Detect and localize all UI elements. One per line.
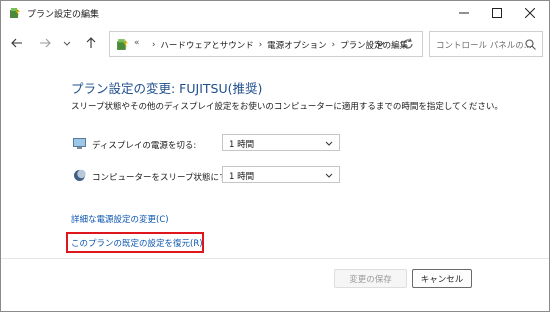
moon-icon — [73, 169, 86, 182]
breadcrumb-item-hardware[interactable]: ハードウェアとサウンド — [160, 39, 253, 51]
breadcrumb-separator-icon: › — [331, 40, 336, 50]
footer-divider — [1, 258, 549, 259]
maximize-button[interactable] — [480, 1, 514, 25]
chevron-down-icon — [376, 41, 385, 47]
refresh-icon — [403, 38, 413, 49]
forward-button[interactable] — [37, 35, 53, 51]
address-dropdown-button[interactable] — [376, 39, 385, 51]
address-bar[interactable]: « › ハードウェアとサウンド › 電源オプション › プラン設定の編集 — [109, 31, 423, 57]
breadcrumb-overflow-button[interactable]: « — [134, 38, 140, 48]
up-arrow-icon — [86, 37, 96, 48]
breadcrumb-item-power-options[interactable]: 電源オプション — [267, 39, 327, 51]
back-button[interactable] — [9, 35, 25, 51]
refresh-button[interactable] — [402, 38, 414, 53]
display-off-label: ディスプレイの電源を切る: — [92, 141, 197, 151]
sleep-select[interactable]: 1 時間 — [222, 166, 340, 183]
chevron-down-icon — [325, 140, 333, 150]
control-panel-icon — [116, 38, 129, 51]
up-button[interactable] — [83, 35, 99, 51]
display-off-select[interactable]: 1 時間 — [222, 134, 340, 151]
page-title: プラン設定の変更: FUJITSU(推奨) — [71, 81, 263, 96]
close-icon — [525, 8, 535, 18]
recent-locations-button[interactable] — [59, 35, 75, 51]
restore-defaults-link[interactable]: このプランの既定の設定を復元(R) — [71, 237, 203, 249]
minimize-button[interactable] — [447, 1, 481, 25]
chevron-down-icon — [63, 41, 71, 46]
minimize-icon — [459, 12, 469, 14]
display-off-value: 1 時間 — [229, 140, 255, 150]
back-arrow-icon — [11, 38, 22, 48]
sleep-label: コンピューターをスリープ状態にする: — [92, 173, 239, 183]
save-changes-button[interactable]: 変更の保存 — [334, 269, 407, 288]
search-icon — [525, 39, 536, 53]
maximize-icon — [492, 8, 502, 18]
advanced-power-settings-link[interactable]: 詳細な電源設定の変更(C) — [71, 213, 169, 225]
cancel-button[interactable]: キャンセル — [412, 269, 472, 288]
power-options-icon — [9, 7, 21, 19]
search-input[interactable]: コントロール パネルの... — [436, 39, 532, 51]
breadcrumb-separator-icon: › — [152, 40, 156, 50]
title-bar: プラン設定の編集 — [1, 1, 549, 25]
monitor-icon — [73, 137, 86, 150]
breadcrumb-item-edit-plan[interactable]: プラン設定の編集 — [340, 39, 408, 51]
close-button[interactable] — [513, 1, 547, 25]
page-description: スリープ状態やその他のディスプレイ設定をお使いのコンピューターに適用するまでの時… — [71, 102, 503, 112]
navigation-bar: « › ハードウェアとサウンド › 電源オプション › プラン設定の編集 コント… — [1, 27, 549, 59]
breadcrumb-separator-icon: › — [258, 40, 263, 50]
window-title: プラン設定の編集 — [27, 10, 100, 20]
search-box[interactable]: コントロール パネルの... — [429, 31, 543, 57]
main-content: プラン設定の変更: FUJITSU(推奨) スリープ状態やその他のディスプレイ設… — [1, 61, 549, 311]
breadcrumb: › ハードウェアとサウンド › 電源オプション › プラン設定の編集 — [147, 39, 408, 51]
forward-arrow-icon — [40, 38, 51, 48]
chevron-down-icon — [325, 172, 333, 182]
sleep-value: 1 時間 — [229, 172, 255, 182]
control-panel-window: プラン設定の編集 « › ハードウェアとサウンド › 電源オプション › プラン… — [0, 0, 550, 312]
